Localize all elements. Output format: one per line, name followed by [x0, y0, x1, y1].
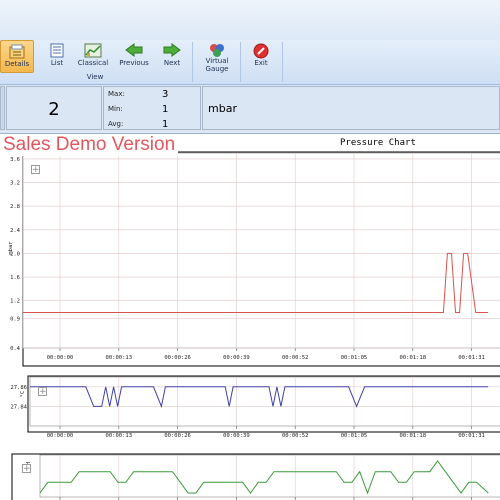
classical-chart-icon	[84, 43, 102, 60]
unit-label: mbar	[208, 102, 237, 115]
x-tick-label: 00:00:52	[282, 433, 309, 439]
minmaxavg-cell: Max: 3 Min: 1 Avg: 1	[103, 86, 201, 130]
next-button[interactable]: Next	[153, 40, 191, 72]
x-tick-label: 00:00:52	[282, 355, 309, 361]
y-tick-label: 2.4	[10, 228, 21, 234]
y-tick-label: 0.4	[10, 346, 21, 352]
avg-label: Avg:	[108, 120, 124, 128]
previous-button[interactable]: Previous	[113, 40, 155, 72]
y-tick-label: 27.86	[10, 385, 27, 391]
x-tick-label: 00:01:18	[400, 355, 427, 361]
sales-demo-watermark: Sales Demo Version	[0, 134, 179, 156]
temperature-chart[interactable]: 00:00:00 00:00:13 00:00:26 00:00:39 00:00:52…	[0, 374, 500, 450]
classical-label: Classical	[77, 59, 109, 67]
x-tick-label: 00:01:05	[341, 433, 368, 439]
details-button[interactable]: Details	[0, 40, 34, 73]
pressure-chart-svg: 00:00:00 00:00:13 00:00:26 00:00:39 00:00:52…	[8, 151, 500, 367]
y-tick-label: 3.2	[10, 181, 20, 187]
classical-button[interactable]: Classical	[74, 40, 112, 72]
current-value-cell: 2	[6, 86, 102, 130]
y-axis-label: °C	[20, 391, 26, 398]
exit-label: Exit	[254, 59, 268, 67]
plot-area	[29, 376, 500, 427]
stats-left-cell	[0, 86, 5, 130]
avg-value: 1	[162, 119, 169, 130]
x-tick-label: 00:00:13	[106, 355, 133, 361]
x-tick-label: 00:01:31	[458, 355, 485, 361]
x-tick-label: 00:01:18	[400, 433, 427, 439]
y-tick-label: 1.2	[10, 299, 20, 305]
ribbon-separator	[282, 42, 283, 82]
next-label: Next	[163, 59, 181, 67]
x-tick-label: 00:00:00	[47, 355, 74, 361]
virtual-gauge-label: Virtual Gauge	[205, 57, 229, 73]
plot-area	[39, 454, 500, 498]
list-label: List	[50, 59, 64, 67]
ribbon-separator	[192, 42, 193, 82]
stats-bar: 2 Max: 3 Min: 1 Avg: 1 mbar	[0, 85, 500, 134]
x-tick-label: 00:01:31	[458, 433, 485, 439]
humidity-chart-svg: %rH	[11, 453, 500, 500]
y-tick-label: 2.8	[10, 204, 20, 210]
previous-label: Previous	[119, 59, 149, 67]
x-tick-label: 00:00:26	[164, 355, 191, 361]
max-value: 3	[162, 89, 169, 100]
y-tick-label: 0.9	[10, 316, 20, 322]
pressure-chart[interactable]: 00:00:00 00:00:13 00:00:26 00:00:39 00:00:52…	[0, 148, 500, 370]
y-axis-label: mbar	[8, 241, 14, 255]
expand-icon[interactable]: +	[38, 387, 47, 397]
ribbon-toolbar: Details List Classical Previous Next Vir…	[0, 40, 500, 85]
temperature-chart-svg: 00:00:00 00:00:13 00:00:26 00:00:39 00:00:52…	[10, 375, 500, 439]
virtual-gauge-button[interactable]: Virtual Gauge	[196, 40, 238, 73]
y-tick-label: 1.6	[10, 275, 20, 281]
x-tick-label: 00:00:39	[223, 433, 250, 439]
title-strip	[0, 0, 500, 41]
unit-cell: mbar	[202, 86, 500, 130]
list-button[interactable]: List	[38, 40, 76, 72]
expand-icon[interactable]: +	[31, 165, 40, 175]
view-group-label: View	[86, 73, 104, 81]
arrow-left-icon	[125, 43, 143, 59]
min-value: 1	[162, 104, 169, 115]
x-tick-label: 00:00:13	[106, 433, 133, 439]
list-icon	[49, 43, 65, 60]
x-tick-label: 00:00:26	[164, 433, 191, 439]
details-icon	[9, 44, 25, 61]
y-tick-label: 3.6	[10, 157, 20, 163]
x-tick-label: 00:00:00	[47, 433, 74, 439]
x-tick-label: 00:01:05	[341, 355, 368, 361]
min-label: Min:	[108, 105, 123, 113]
arrow-right-icon	[163, 43, 181, 59]
expand-icon[interactable]: +	[22, 464, 31, 474]
details-label: Details	[4, 60, 30, 68]
current-value: 2	[48, 99, 60, 120]
ribbon-separator	[240, 42, 241, 82]
y-tick-label: 27.84	[10, 404, 27, 410]
exit-button[interactable]: Exit	[242, 40, 280, 72]
x-tick-label: 00:00:39	[223, 355, 250, 361]
humidity-chart[interactable]: %rH +	[0, 453, 500, 500]
pressure-chart-title: Pressure Chart	[340, 138, 416, 148]
max-label: Max:	[108, 90, 125, 98]
